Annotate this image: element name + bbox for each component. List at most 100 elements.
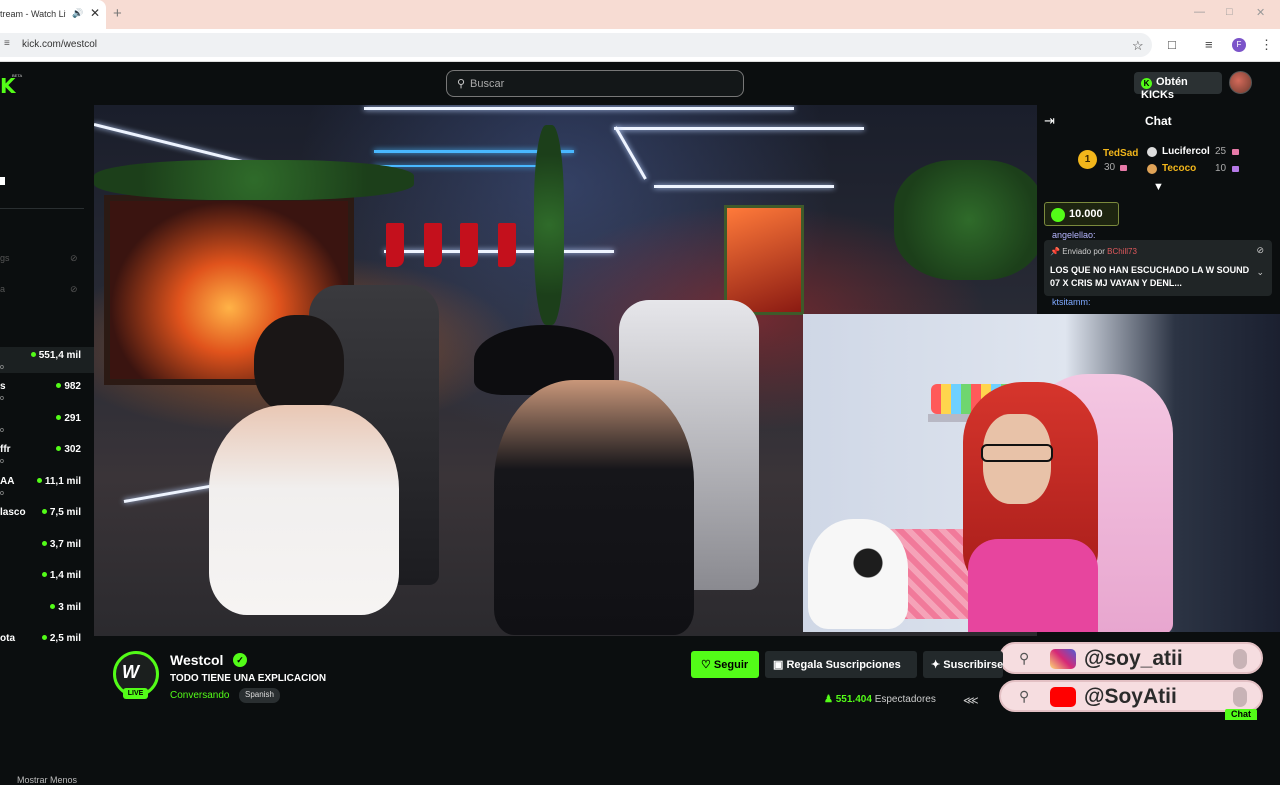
sidebar-channel[interactable]: o 551,4 mil — [0, 350, 94, 376]
live-dot-icon — [41, 635, 47, 640]
live-dot-icon — [41, 509, 47, 514]
collapse-chat-icon[interactable]: ⇥ — [1044, 113, 1055, 129]
site-info-icon[interactable]: ≡ — [4, 38, 10, 49]
gift-subs-button[interactable]: ▣ Regala Suscripciones — [765, 651, 917, 678]
kick-coin-icon: K — [1141, 78, 1152, 89]
unpin-icon[interactable]: ⊘ — [1256, 245, 1264, 256]
sidebar-dim-item[interactable]: gs — [0, 253, 10, 263]
live-dot-icon — [56, 446, 62, 451]
language-tag[interactable]: Spanish — [239, 688, 280, 703]
expand-chevron-icon[interactable]: ▼ — [1153, 181, 1164, 193]
beta-label: BETA — [12, 73, 23, 78]
chat-username[interactable]: ktsitamm: — [1052, 297, 1091, 307]
leaderboard-rank-badge: 1 — [1078, 150, 1097, 169]
url-field[interactable]: ≡ kick.com/westcol ☆ — [0, 33, 1152, 57]
sidebar-channel[interactable]: 3,7 mil — [0, 539, 94, 565]
chat-button[interactable]: Chat — [1225, 709, 1257, 720]
star-icon[interactable]: ☆ — [1132, 38, 1144, 54]
sidebar-channel[interactable]: 1,4 mil — [0, 570, 94, 596]
instagram-overlay: ⚲ @soy_atii — [999, 642, 1263, 674]
channel-category: o — [0, 364, 4, 371]
pin-icon: 📌 — [1050, 247, 1063, 256]
sidebar-channel[interactable]: lasco 7,5 mil — [0, 507, 94, 533]
hidden-icon: ⊘ — [70, 253, 78, 263]
channel-name: AA — [0, 476, 15, 487]
browser-tab[interactable]: tream - Watch Liv 🔊 ✕ — [0, 0, 106, 29]
leaderboard-name[interactable]: TedSad — [1103, 148, 1138, 159]
sidebar-channel[interactable]: ffr o 302 — [0, 444, 94, 470]
viewer-number: 291 — [64, 413, 81, 424]
person — [209, 405, 399, 615]
minimize-icon[interactable]: — — [1194, 6, 1205, 18]
channel-viewers: 302 — [56, 444, 81, 455]
chat-username[interactable]: angelellao: — [1052, 230, 1096, 240]
sidebar-channel[interactable]: AA o 11,1 mil — [0, 476, 94, 502]
pinned-sender[interactable]: BChill73 — [1107, 247, 1137, 256]
user-avatar[interactable] — [1229, 71, 1252, 94]
gift-subs-label: Regala Suscripciones — [786, 659, 901, 671]
live-dot-icon — [41, 572, 47, 577]
youtube-icon — [1050, 687, 1076, 707]
share-icon[interactable]: ⋘ — [963, 694, 979, 707]
search-icon: ⚲ — [1019, 688, 1030, 704]
media-icon[interactable]: ≡ — [1205, 37, 1213, 52]
window-close-icon[interactable]: ✕ — [1256, 6, 1265, 19]
pinned-message[interactable]: 📌 Enviado por BChill73 LOS QUE NO HAN ES… — [1044, 240, 1272, 296]
follow-label: Seguir — [713, 659, 749, 671]
gift-icon: ▣ — [773, 659, 787, 671]
get-kicks-button[interactable]: K Obtén KICKs — [1134, 72, 1222, 101]
live-badge: LIVE — [123, 688, 148, 699]
speaker-icon[interactable]: 🔊 — [72, 8, 83, 19]
channel-category: o — [0, 427, 4, 434]
chevron-down-icon[interactable]: ⌄ — [1256, 267, 1264, 278]
plus-icon[interactable]: + — [113, 5, 122, 22]
sidebar-channel[interactable]: s o 982 — [0, 381, 94, 407]
channel-viewers: 2,5 mil — [41, 633, 81, 644]
menu-icon[interactable]: ⋮ — [1260, 37, 1273, 53]
sidebar-channel[interactable]: ota 2,5 mil — [0, 633, 94, 659]
search-input[interactable] — [470, 76, 730, 92]
leaderboard-name[interactable]: Lucifercol — [1162, 146, 1210, 157]
maximize-icon[interactable]: □ — [1226, 6, 1233, 18]
profile-avatar[interactable]: F — [1232, 38, 1246, 52]
person — [494, 380, 694, 635]
channel-category: o — [0, 458, 4, 465]
neon-light — [364, 107, 794, 110]
leaderboard-name[interactable]: Tecoco — [1162, 163, 1196, 174]
sidebar-channel[interactable]: 3 mil — [0, 602, 94, 628]
live-dot-icon — [36, 478, 42, 483]
channel-viewers: 551,4 mil — [30, 350, 81, 361]
extensions-icon[interactable]: □ — [1168, 37, 1176, 52]
sidebar-channel[interactable]: o 291 — [0, 413, 94, 439]
chat-title: Chat — [1145, 114, 1172, 128]
stream-category[interactable]: Conversando — [170, 690, 229, 701]
close-icon[interactable]: ✕ — [90, 6, 100, 20]
gift-icon — [1232, 166, 1239, 172]
christmas-tree — [894, 160, 1037, 280]
live-dot-icon — [56, 383, 62, 388]
streamer-logo: W — [122, 662, 139, 682]
youtube-handle: @SoyAtii — [1084, 685, 1177, 708]
subscribe-button[interactable]: ✦ Suscribirse — [923, 651, 1003, 678]
search-box[interactable]: ⚲ — [446, 70, 744, 97]
sidebar: gs ⊘ a ⊘ o 551,4 mil s o 982 o 291 ffr o 302 AA o 11… — [0, 105, 94, 785]
stocking — [424, 223, 442, 267]
viewer-number: 3 mil — [58, 602, 81, 613]
sidebar-dim-item[interactable]: a — [0, 284, 5, 294]
viewer-number: 7,5 mil — [49, 507, 81, 518]
channel-name: ffr — [0, 444, 11, 455]
channel-name: lasco — [0, 507, 26, 518]
follow-button[interactable]: ♡ Seguir — [691, 651, 759, 678]
star-icon: ✦ — [931, 659, 944, 671]
webcam-overlay — [803, 314, 1280, 632]
youtube-overlay: ⚲ @SoyAtii — [999, 680, 1263, 712]
show-less-link[interactable]: Mostrar Menos — [17, 775, 77, 785]
address-bar: ≡ kick.com/westcol ☆ □ ≡ ⋮ — [0, 29, 1280, 62]
gift-icon — [1232, 149, 1239, 155]
viewer-number: 551.404 — [835, 694, 872, 705]
streamer-name[interactable]: Westcol — [170, 652, 223, 668]
sidebar-collapse-icon[interactable] — [0, 177, 5, 185]
kick-coin-icon — [1051, 208, 1065, 222]
kicks-pill[interactable]: 10.000 — [1044, 202, 1119, 226]
stream-title: TODO TIENE UNA EXPLICACION — [170, 673, 327, 684]
